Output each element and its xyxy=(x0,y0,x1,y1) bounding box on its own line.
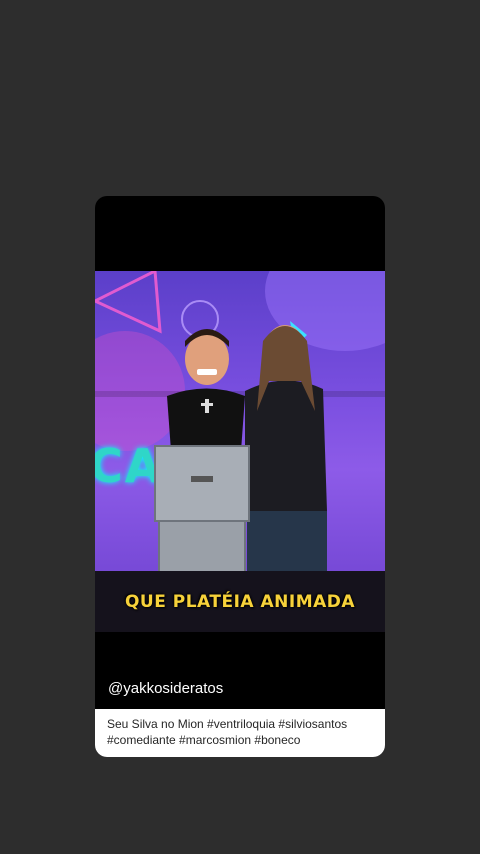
ventriloquist-scene xyxy=(95,325,385,632)
username-link[interactable]: @yakkosideratos xyxy=(108,680,223,697)
post-description: Seu Silva no Mion #ventriloquia #silvios… xyxy=(95,709,385,757)
story-card[interactable]: CA IE QUE PLATÉIA ANIMADA @yakkosidera xyxy=(95,196,385,757)
video-caption: QUE PLATÉIA ANIMADA xyxy=(124,592,356,612)
video-frame[interactable]: CA IE QUE PLATÉIA ANIMADA xyxy=(95,271,385,632)
